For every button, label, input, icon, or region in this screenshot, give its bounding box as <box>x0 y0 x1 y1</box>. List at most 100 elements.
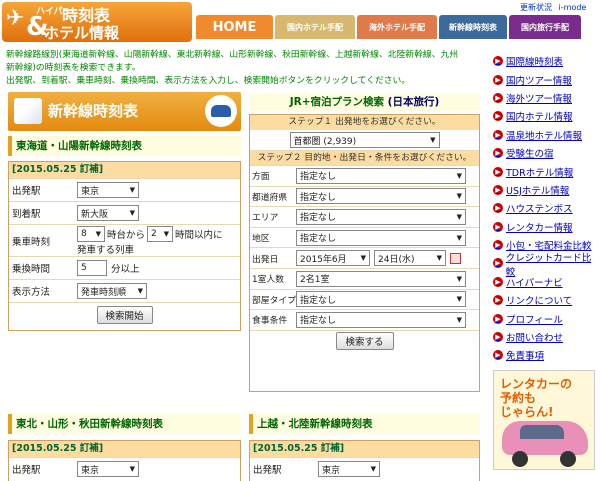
rental-car-ad[interactable]: レンタカーの 予約も じゃらん! <box>493 370 595 470</box>
sidebar-item-overseas-tour[interactable]: ▶ 海外ツアー情報 <box>493 89 598 107</box>
arrow-right-icon: ▶ <box>493 258 503 269</box>
sidebar-item-profile[interactable]: ▶ プロフィール <box>493 309 598 327</box>
area-label: エリア <box>252 213 279 224</box>
origin-select[interactable]: 首都圏 (2,939) ▼ <box>289 132 440 148</box>
sidebar-item-label: お問い合わせ <box>506 333 564 345</box>
nav-domestic-hotel[interactable]: 国内ホテル手配 <box>275 15 355 39</box>
hour-select[interactable]: 8 ▼ <box>77 225 105 242</box>
nav-overseas-hotel[interactable]: 海外ホテル手配 <box>357 15 437 39</box>
district-select[interactable]: 指定なし ▼ <box>296 229 466 246</box>
step1-label: ステップ１ 出発地をお選びください。 <box>250 115 479 130</box>
arrow-right-icon: ▶ <box>493 166 503 177</box>
tohoku-section-title: 東北・山形・秋田新幹線時刻表 <box>8 414 241 434</box>
sidebar-item-contact[interactable]: ▶ お問い合わせ <box>493 328 598 346</box>
departure-value: 東京 <box>81 186 100 197</box>
area-select[interactable]: 指定なし ▼ <box>296 208 466 225</box>
district-label: 地区 <box>252 234 270 245</box>
direction-value: 指定なし <box>300 172 337 183</box>
step2-label: ステップ２ 目的地・出発日・条件をお選びください。 <box>250 150 479 165</box>
imode-link[interactable]: i-mode <box>559 3 587 12</box>
arrow-right-icon: ▶ <box>493 350 503 361</box>
direction-select[interactable]: 指定なし ▼ <box>296 167 466 184</box>
nav-domestic-travel[interactable]: 国内旅行手配 <box>509 15 581 39</box>
people-value: 2名1室 <box>300 275 330 286</box>
hour-suffix: 時台から <box>107 229 146 241</box>
display-select[interactable]: 発車時刻順 ▼ <box>77 283 147 299</box>
sidebar-item-disclaimer[interactable]: ▶ 免責事項 <box>493 346 598 364</box>
update-link[interactable]: 更新状況 <box>520 3 552 12</box>
sidebar-item-domestic-hotel[interactable]: ▶ 国内ホテル情報 <box>493 107 598 125</box>
nav-shinkansen[interactable]: 新幹線時刻表 <box>439 15 507 39</box>
arrow-right-icon: ▶ <box>493 92 503 103</box>
meal-value: 指定なし <box>300 316 337 327</box>
search-start-button[interactable]: 検索開始 <box>96 306 153 324</box>
chevron-down-icon: ▼ <box>436 254 442 263</box>
chevron-down-icon: ▼ <box>129 465 135 473</box>
intro-line: 新幹線)の時刻表を検索できます。 <box>6 63 141 73</box>
room-select[interactable]: 指定なし ▼ <box>296 291 466 308</box>
jr-search-button[interactable]: 検索する <box>335 332 394 351</box>
people-select[interactable]: 2名1室 ▼ <box>296 270 466 287</box>
jr-provider-link[interactable]: (日本旅行) <box>388 96 440 108</box>
prefecture-select[interactable]: 指定なし ▼ <box>296 188 466 205</box>
arrival-value: 新大阪 <box>81 209 109 220</box>
joetsu-form: [2015.05.25 訂補] 出発駅 東京 ▼ <box>249 440 480 481</box>
sidebar-item-label: 国際線時刻表 <box>506 57 564 69</box>
tohoku-departure-value: 東京 <box>81 465 100 476</box>
people-label: 1室人数 <box>252 275 284 286</box>
joetsu-departure-value: 東京 <box>322 465 341 476</box>
sidebar-item-label: 国内ツアー情報 <box>506 75 572 87</box>
header-top-links: 更新状況 i-mode <box>516 2 586 13</box>
sidebar-item-exam-lodging[interactable]: ▶ 受験生の宿 <box>493 144 598 162</box>
month-select[interactable]: 2015年6月 ▼ <box>296 250 370 267</box>
airplane-icon: ✈ <box>6 6 25 31</box>
departure-select[interactable]: 東京 ▼ <box>77 182 139 198</box>
arrow-right-icon: ▶ <box>493 221 503 232</box>
sidebar-item-label: 受験生の宿 <box>506 149 554 161</box>
range-select[interactable]: 2 ▼ <box>147 225 174 242</box>
tohoku-departure-select[interactable]: 東京 ▼ <box>77 461 139 477</box>
arrow-right-icon: ▶ <box>493 56 503 67</box>
origin-value: 首都圏 (2,939) <box>293 136 357 147</box>
day-value: 24日(水) <box>378 254 415 265</box>
chevron-down-icon: ▼ <box>430 136 436 144</box>
sidebar-item-usj-hotel[interactable]: ▶ USJホテル情報 <box>493 181 598 199</box>
sidebar-item-onsen-hotel[interactable]: ▶ 温泉地ホテル情報 <box>493 126 598 144</box>
prefecture-value: 指定なし <box>300 192 337 203</box>
sidebar-item-rental-car[interactable]: ▶ レンタカー情報 <box>493 218 598 236</box>
shinkansen-banner: 新幹線時刻表 <box>8 92 241 131</box>
sidebar-item-credit-card[interactable]: ▶ クレジットカード比較 <box>493 253 598 278</box>
district-value: 指定なし <box>300 234 337 245</box>
sidebar-item-label: レンタカー情報 <box>506 222 573 234</box>
arrow-right-icon: ▶ <box>493 148 503 159</box>
sidebar-item-tdr-hotel[interactable]: ▶ TDRホテル情報 <box>493 162 598 180</box>
ad-line: じゃらん! <box>500 405 554 419</box>
meal-label: 食事条件 <box>252 316 288 327</box>
car-icon <box>502 421 588 455</box>
tohoku-dep-label: 出発駅 <box>12 465 41 476</box>
calendar-icon[interactable] <box>450 252 461 264</box>
arrival-select[interactable]: 新大阪 ▼ <box>77 205 139 221</box>
transfer-label: 乗換時間 <box>12 264 51 275</box>
transfer-input[interactable]: 5 <box>77 260 107 276</box>
sidebar-item-intl-timetable[interactable]: ▶ 国際線時刻表 <box>493 52 598 70</box>
joetsu-departure-select[interactable]: 東京 ▼ <box>318 461 380 477</box>
arrow-right-icon: ▶ <box>493 240 503 251</box>
transfer-suffix: 分以上 <box>111 264 140 275</box>
sidebar-item-label: 海外ツアー情報 <box>506 93 572 105</box>
nav-home[interactable]: HOME <box>196 15 273 39</box>
day-select[interactable]: 24日(水) ▼ <box>374 250 446 267</box>
display-label: 表示方法 <box>12 287 51 298</box>
chevron-down-icon: ▼ <box>456 274 462 283</box>
tokaido-form: [2015.05.25 訂補] 出発駅 東京 ▼ 到着駅 新大阪 ▼ 乗車時刻 8 ▼… <box>8 161 241 331</box>
arrow-right-icon: ▶ <box>493 184 503 195</box>
meal-select[interactable]: 指定なし ▼ <box>296 311 466 328</box>
date-label: 出発日 <box>252 254 279 265</box>
area-value: 指定なし <box>300 213 337 224</box>
sidebar-item-huis-ten-bosch[interactable]: ▶ ハウステンボス <box>493 199 598 217</box>
sidebar-item-about-links[interactable]: ▶ リンクについて <box>493 291 598 309</box>
arrow-right-icon: ▶ <box>493 295 503 306</box>
chevron-down-icon: ▼ <box>456 212 462 221</box>
sidebar-item-domestic-tour[interactable]: ▶ 国内ツアー情報 <box>493 70 598 88</box>
site-logo[interactable]: ✈ ハイパー 時刻表 & ホテル情報 <box>2 2 192 42</box>
